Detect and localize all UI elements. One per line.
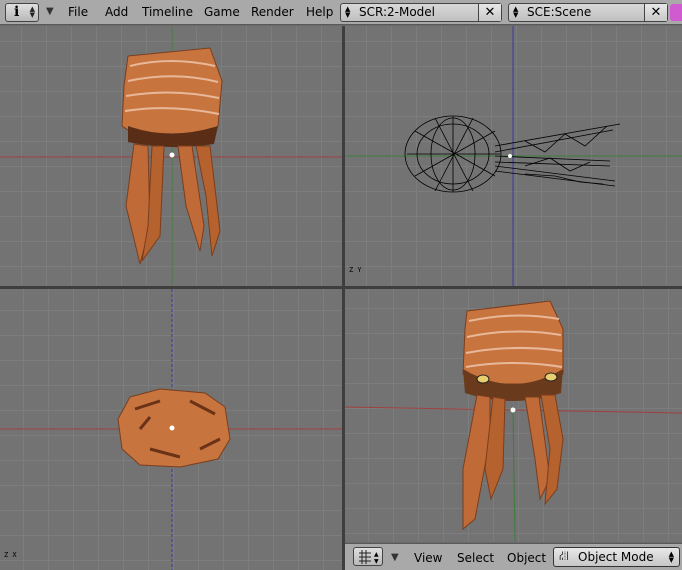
scene-name[interactable]: SCE:Scene	[527, 5, 591, 19]
scene-selector[interactable]: ▲ ▼ SCE:Scene ✕	[508, 3, 668, 22]
axis-indicator-zy: Z Y	[349, 266, 362, 274]
main-header: i ▲ ▼ ▼ File Add Timeline Game Render Hel…	[0, 0, 682, 25]
viewport-top[interactable]: Z X	[0, 289, 342, 570]
svg-text:▲: ▲	[374, 551, 379, 558]
menu-timeline[interactable]: Timeline	[142, 5, 193, 19]
object-origin	[169, 152, 175, 158]
top-view-canvas	[0, 289, 342, 570]
grid-icon: ▲ ▼	[359, 550, 379, 565]
mode-selector[interactable]: ⛜ Object Mode ▲ ▼	[553, 547, 680, 567]
vertical-area-divider[interactable]	[342, 26, 345, 570]
up-down-arrows-icon: ▲ ▼	[29, 5, 35, 19]
menu-add[interactable]: Add	[105, 5, 128, 19]
object-origin	[510, 407, 516, 413]
render-engine-icon[interactable]	[670, 4, 682, 21]
menu-render[interactable]: Render	[251, 5, 294, 19]
viewport-perspective[interactable]	[345, 289, 682, 542]
mode-label: Object Mode	[578, 550, 654, 564]
view3d-header: ▲ ▼ ▼ View Select Object ⛜ Object Mode ▲…	[345, 543, 682, 570]
delete-screen-icon[interactable]: ✕	[478, 4, 501, 21]
viewport-front[interactable]	[0, 26, 342, 286]
collapse-menu-triangle-icon[interactable]: ▼	[391, 552, 399, 563]
object-origin	[508, 154, 512, 158]
screen-selector[interactable]: ▲ ▼ SCR:2-Model ✕	[340, 3, 502, 22]
object-mode-icon: ⛜	[559, 549, 569, 564]
front-view-canvas	[0, 26, 342, 286]
screen-name[interactable]: SCR:2-Model	[359, 5, 435, 19]
menu-game[interactable]: Game	[204, 5, 240, 19]
up-down-arrows-icon[interactable]: ▲ ▼	[345, 6, 350, 19]
y-axis-line	[512, 410, 516, 542]
svg-text:▼: ▼	[374, 558, 379, 565]
delete-scene-icon[interactable]: ✕	[644, 4, 667, 21]
up-down-arrows-icon[interactable]: ▲ ▼	[513, 6, 518, 19]
horizontal-area-divider[interactable]	[0, 286, 682, 289]
menu-file[interactable]: File	[68, 5, 88, 19]
info-icon: i	[14, 4, 20, 20]
menu-help[interactable]: Help	[306, 5, 333, 19]
side-view-canvas	[345, 26, 682, 286]
viewport-side-wireframe[interactable]: Z Y	[345, 26, 682, 286]
menu-view[interactable]: View	[414, 551, 442, 565]
perspective-view-canvas	[345, 300, 682, 542]
editor-type-button[interactable]: ▲ ▼	[353, 547, 383, 566]
collapse-menu-triangle-icon[interactable]: ▼	[46, 6, 54, 17]
editor-type-button[interactable]: i ▲ ▼	[5, 3, 39, 22]
menu-select[interactable]: Select	[457, 551, 494, 565]
menu-object[interactable]: Object	[507, 551, 546, 565]
object-origin	[169, 425, 175, 431]
up-down-arrows-icon: ▲ ▼	[668, 550, 674, 564]
axis-indicator-zx: Z X	[4, 551, 17, 559]
